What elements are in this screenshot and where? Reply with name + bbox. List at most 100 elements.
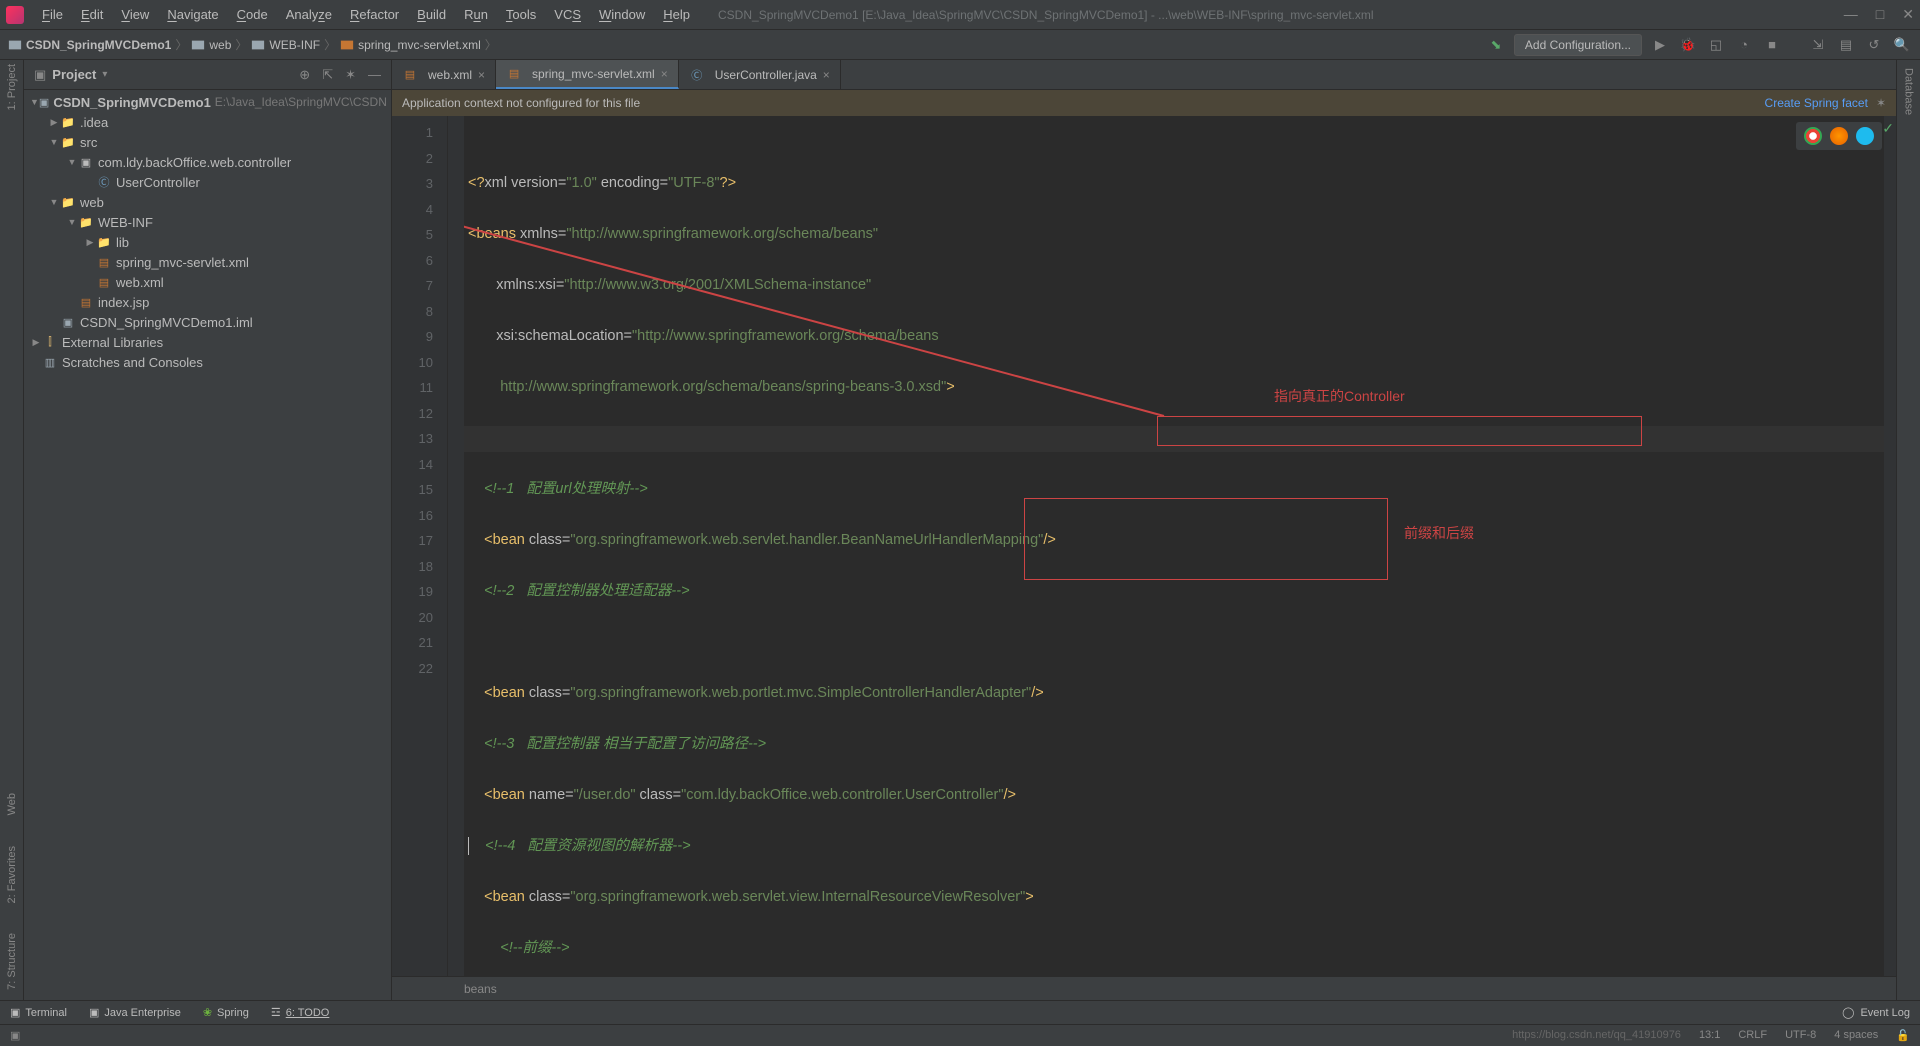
tool-terminal[interactable]: ▣Terminal: [10, 1006, 67, 1019]
menu-run[interactable]: Run: [456, 4, 496, 25]
hide-icon[interactable]: —: [368, 67, 381, 83]
run-config-button[interactable]: Add Configuration...: [1514, 34, 1642, 56]
tab-usercontroller[interactable]: Ⓒ UserController.java ×: [679, 60, 841, 89]
locate-icon[interactable]: ⊕: [299, 67, 310, 83]
coverage-icon[interactable]: ◱: [1706, 35, 1726, 55]
tool-spring[interactable]: ❀Spring: [203, 1006, 249, 1019]
close-tab-icon[interactable]: ×: [823, 68, 830, 82]
status-eol[interactable]: CRLF: [1738, 1029, 1767, 1042]
terminal-icon: ▣: [10, 1006, 20, 1019]
crumb-web[interactable]: web: [209, 38, 231, 52]
annotation-prefix-suffix: 前缀和后缀: [1404, 521, 1474, 547]
tool-web[interactable]: Web: [6, 793, 18, 815]
close-tab-icon[interactable]: ×: [478, 68, 485, 82]
breadcrumb[interactable]: CSDN_SpringMVCDemo1 〉 web 〉 WEB-INF 〉 sp…: [8, 36, 501, 53]
status-pos[interactable]: 13:1: [1699, 1029, 1720, 1042]
editor-breadcrumb[interactable]: beans: [392, 976, 1896, 1000]
annotation-box-1: [1157, 416, 1642, 446]
menu-code[interactable]: Code: [229, 4, 276, 25]
tree-usercontroller[interactable]: Ⓒ UserController: [24, 172, 391, 192]
menu-edit[interactable]: Edit: [73, 4, 111, 25]
ie-icon[interactable]: [1856, 127, 1874, 145]
crumb-file[interactable]: spring_mvc-servlet.xml: [358, 38, 481, 52]
tree-src[interactable]: ▼📁 src: [24, 132, 391, 152]
maximize-icon[interactable]: □: [1876, 6, 1884, 23]
bottom-tool-bar: ▣Terminal ▣Java Enterprise ❀Spring ☲6: T…: [0, 1000, 1920, 1024]
title-bar: File Edit View Navigate Code Analyze Ref…: [0, 0, 1920, 30]
crumb-webinf[interactable]: WEB-INF: [269, 38, 320, 52]
fold-gutter[interactable]: [448, 116, 464, 976]
search-icon[interactable]: 🔍: [1892, 35, 1912, 55]
tree-webinf[interactable]: ▼📁 WEB-INF: [24, 212, 391, 232]
status-indent[interactable]: 4 spaces: [1834, 1029, 1878, 1042]
menu-tools[interactable]: Tools: [498, 4, 544, 25]
tree-index-jsp[interactable]: ▤ index.jsp: [24, 292, 391, 312]
menu-build[interactable]: Build: [409, 4, 454, 25]
firefox-icon[interactable]: [1830, 127, 1848, 145]
event-log[interactable]: Event Log: [1860, 1007, 1910, 1019]
window-title: CSDN_SpringMVCDemo1 [E:\Java_Idea\Spring…: [718, 8, 1374, 22]
run-icon[interactable]: ▶: [1650, 35, 1670, 55]
tool-project[interactable]: 1: Project: [6, 64, 18, 110]
tool-database[interactable]: Database: [1903, 68, 1915, 115]
chrome-icon[interactable]: [1804, 127, 1822, 145]
debug-icon[interactable]: 🐞: [1678, 35, 1698, 55]
code-text[interactable]: <?xml version="1.0" encoding="UTF-8"?> <…: [464, 116, 1896, 976]
tree-package[interactable]: ▼▣ com.ldy.backOffice.web.controller: [24, 152, 391, 172]
error-stripe[interactable]: ✓: [1884, 116, 1896, 976]
menu-navigate[interactable]: Navigate: [159, 4, 226, 25]
menu-refactor[interactable]: Refactor: [342, 4, 407, 25]
tree-web[interactable]: ▼📁 web: [24, 192, 391, 212]
vcs-history-icon[interactable]: ↺: [1864, 35, 1884, 55]
main-area: 1: Project Web 2: Favorites 7: Structure…: [0, 60, 1920, 1000]
crumb-root[interactable]: CSDN_SpringMVCDemo1: [26, 38, 171, 52]
tool-structure[interactable]: 7: Structure: [6, 933, 18, 990]
tree-web-xml[interactable]: ▤ web.xml: [24, 272, 391, 292]
analysis-ok-icon: ✓: [1882, 120, 1894, 137]
create-facet-link[interactable]: Create Spring facet: [1765, 96, 1868, 110]
tool-favorites[interactable]: 2: Favorites: [6, 846, 18, 903]
tool-todo[interactable]: ☲6: TODO: [271, 1006, 329, 1019]
panel-view-icon[interactable]: ▣: [34, 67, 46, 83]
status-bar: ▣ https://blog.csdn.net/qq_41910976 13:1…: [0, 1024, 1920, 1046]
close-tab-icon[interactable]: ×: [661, 67, 668, 81]
menu-file[interactable]: File: [34, 4, 71, 25]
xml-file-icon: ▤: [506, 67, 522, 81]
event-log-icon[interactable]: ◯: [1842, 1006, 1854, 1019]
tool-java-enterprise[interactable]: ▣Java Enterprise: [89, 1006, 181, 1019]
vcs-commit-icon[interactable]: ▤: [1836, 35, 1856, 55]
statusbar-icon[interactable]: ▣: [10, 1029, 20, 1042]
status-enc[interactable]: UTF-8: [1785, 1029, 1816, 1042]
tab-web-xml[interactable]: ▤ web.xml ×: [392, 60, 496, 89]
stop-icon[interactable]: ■: [1762, 35, 1782, 55]
profile-icon[interactable]: ◔: [1734, 35, 1754, 55]
menu-vcs[interactable]: VCS: [546, 4, 589, 25]
code-editor[interactable]: 12345678910111213141516171819202122 <?xm…: [392, 116, 1896, 976]
tab-servlet-xml[interactable]: ▤ spring_mvc-servlet.xml ×: [496, 60, 679, 89]
menu-window[interactable]: Window: [591, 4, 653, 25]
vcs-update-icon[interactable]: ⇲: [1808, 35, 1828, 55]
project-panel: ▣ Project ▾ ⊕ ⇱ ✶ — ▼▣ CSDN_SpringMVCDem…: [24, 60, 392, 1000]
menu-help[interactable]: Help: [655, 4, 698, 25]
tree-root[interactable]: ▼▣ CSDN_SpringMVCDemo1 E:\Java_Idea\Spri…: [24, 92, 391, 112]
collapse-icon[interactable]: ⇱: [322, 67, 333, 83]
tree-idea[interactable]: ▶📁 .idea: [24, 112, 391, 132]
chevron-down-icon[interactable]: ▾: [102, 69, 107, 80]
build-icon[interactable]: ⬊: [1486, 35, 1506, 55]
tree-scratches[interactable]: ▥ Scratches and Consoles: [24, 352, 391, 372]
navigation-bar: CSDN_SpringMVCDemo1 〉 web 〉 WEB-INF 〉 sp…: [0, 30, 1920, 60]
close-icon[interactable]: ✕: [1902, 6, 1914, 23]
tree-iml[interactable]: ▣ CSDN_SpringMVCDemo1.iml: [24, 312, 391, 332]
browser-preview-badges[interactable]: [1796, 122, 1882, 150]
gear-icon[interactable]: ✶: [1876, 96, 1886, 110]
tree-lib[interactable]: ▶📁 lib: [24, 232, 391, 252]
tree-servlet-xml[interactable]: ▤ spring_mvc-servlet.xml: [24, 252, 391, 272]
lock-icon[interactable]: 🔓: [1896, 1029, 1910, 1042]
tree-external-libs[interactable]: ▶⫿ External Libraries: [24, 332, 391, 352]
minimize-icon[interactable]: —: [1844, 6, 1858, 23]
settings-icon[interactable]: ✶: [345, 67, 356, 83]
menu-view[interactable]: View: [113, 4, 157, 25]
panel-title[interactable]: Project: [52, 67, 96, 82]
menu-analyze[interactable]: Analyze: [278, 4, 340, 25]
project-tree[interactable]: ▼▣ CSDN_SpringMVCDemo1 E:\Java_Idea\Spri…: [24, 90, 391, 1000]
